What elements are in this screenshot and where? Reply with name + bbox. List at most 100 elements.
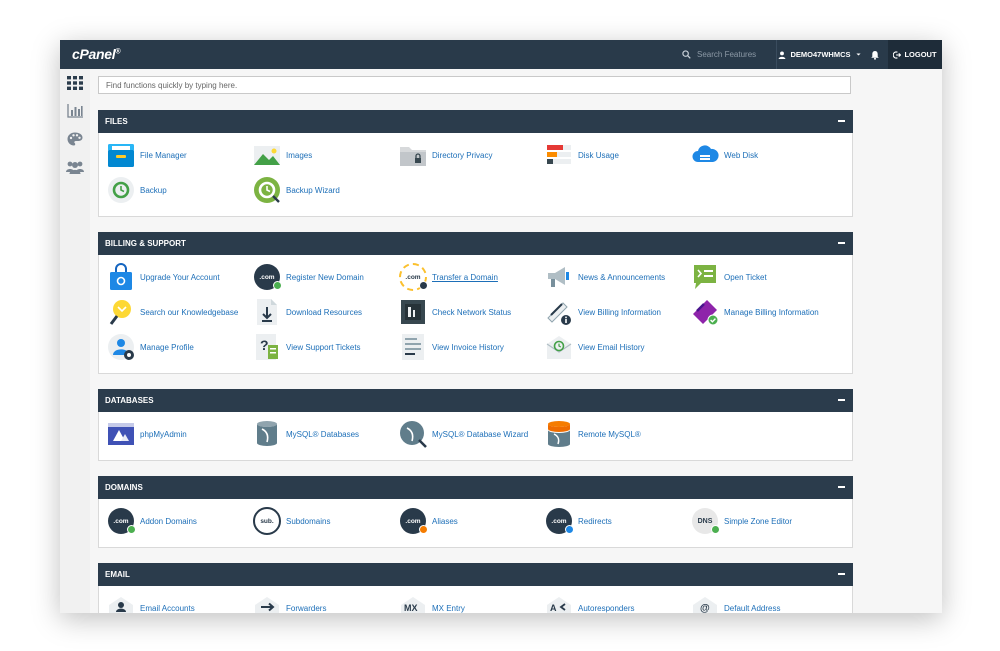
mx-entry-link[interactable]: MX MX Entry bbox=[399, 593, 465, 613]
item-label: MX Entry bbox=[432, 603, 465, 613]
collapse-icon[interactable] bbox=[836, 569, 846, 579]
files-header[interactable]: FILES bbox=[98, 110, 853, 133]
email-panel: EMAIL Email Accounts Forwarders MX MX En… bbox=[98, 563, 853, 613]
zone-editor-icon: DNS bbox=[691, 507, 720, 535]
item-label: Manage Profile bbox=[140, 342, 194, 352]
quick-search-input[interactable] bbox=[98, 76, 851, 94]
disk-usage-link[interactable]: Disk Usage bbox=[545, 140, 619, 170]
logo-mark: ® bbox=[115, 48, 121, 56]
view-billing-link[interactable]: View Billing Information bbox=[545, 297, 661, 327]
notifications-button[interactable] bbox=[862, 40, 888, 69]
transfer-domain-link[interactable]: .com Transfer a Domain bbox=[399, 262, 498, 292]
collapse-icon[interactable] bbox=[836, 238, 846, 248]
autoresponders-icon: A bbox=[545, 594, 573, 613]
item-label: Remote MySQL® bbox=[578, 429, 641, 439]
item-label: View Email History bbox=[578, 342, 645, 352]
default-address-link[interactable]: @ Default Address bbox=[691, 593, 780, 613]
collapse-icon[interactable] bbox=[836, 395, 846, 405]
sidebar-dashboard[interactable] bbox=[66, 130, 84, 148]
open-ticket-link[interactable]: Open Ticket bbox=[691, 262, 767, 292]
email-title: EMAIL bbox=[105, 570, 130, 579]
item-label: Directory Privacy bbox=[432, 150, 493, 160]
item-label: Web Disk bbox=[724, 150, 759, 160]
download-resources-link[interactable]: Download Resources bbox=[253, 297, 362, 327]
images-link[interactable]: Images bbox=[253, 140, 312, 170]
user-menu[interactable]: DEMO47WHMCS bbox=[776, 40, 863, 69]
backup-wizard-link[interactable]: Backup Wizard bbox=[253, 175, 340, 205]
remote-mysql-link[interactable]: Remote MySQL® bbox=[545, 419, 641, 449]
logout-icon bbox=[893, 50, 902, 59]
web-disk-icon bbox=[691, 141, 719, 169]
megaphone-icon bbox=[545, 263, 573, 291]
item-label: Email Accounts bbox=[140, 603, 195, 613]
main-content: FILES File Manager bbox=[90, 69, 942, 613]
backup-icon bbox=[107, 176, 135, 204]
files-title: FILES bbox=[105, 117, 128, 126]
email-history-icon bbox=[545, 333, 573, 361]
palette-icon bbox=[67, 132, 83, 146]
phpmyadmin-icon bbox=[107, 420, 135, 448]
cpanel-window: cPanel® DEMO47WHMCS bbox=[60, 40, 942, 613]
item-label: Disk Usage bbox=[578, 150, 619, 160]
email-header[interactable]: EMAIL bbox=[98, 563, 853, 586]
databases-header[interactable]: DATABASES bbox=[98, 389, 853, 412]
mysql-wizard-link[interactable]: MySQL® Database Wizard bbox=[399, 419, 528, 449]
email-accounts-link[interactable]: Email Accounts bbox=[107, 593, 195, 613]
sidebar-home[interactable] bbox=[66, 74, 84, 92]
item-label: Autoresponders bbox=[578, 603, 635, 613]
top-bar: cPanel® DEMO47WHMCS bbox=[60, 40, 942, 69]
item-label: View Billing Information bbox=[578, 307, 662, 317]
news-announcements-link[interactable]: News & Announcements bbox=[545, 262, 665, 292]
mx-entry-icon: MX bbox=[399, 594, 427, 613]
phpmyadmin-link[interactable]: phpMyAdmin bbox=[107, 419, 187, 449]
backup-link[interactable]: Backup bbox=[107, 175, 167, 205]
item-label: Addon Domains bbox=[140, 516, 197, 526]
item-label: Images bbox=[286, 150, 313, 160]
collapse-icon[interactable] bbox=[836, 116, 846, 126]
register-domain-icon: .com bbox=[253, 263, 282, 291]
open-ticket-icon bbox=[691, 263, 719, 291]
chevron-down-icon bbox=[855, 53, 861, 56]
support-tickets-icon: ? bbox=[253, 333, 281, 361]
view-invoice-history-link[interactable]: View Invoice History bbox=[399, 332, 504, 362]
item-label: phpMyAdmin bbox=[140, 429, 187, 439]
logout-button[interactable]: LOGOUT bbox=[888, 40, 942, 69]
mysql-wizard-icon bbox=[399, 420, 427, 448]
register-domain-link[interactable]: .com Register New Domain bbox=[253, 262, 364, 292]
item-label: Upgrade Your Account bbox=[140, 272, 220, 282]
addon-domains-link[interactable]: .com Addon Domains bbox=[107, 506, 197, 536]
domains-header[interactable]: DOMAINS bbox=[98, 476, 853, 499]
item-label: Check Network Status bbox=[432, 307, 512, 317]
item-label: Register New Domain bbox=[286, 272, 364, 282]
images-icon bbox=[253, 141, 281, 169]
svg-text:A: A bbox=[550, 603, 557, 613]
network-status-link[interactable]: Check Network Status bbox=[399, 297, 511, 327]
web-disk-link[interactable]: Web Disk bbox=[691, 140, 758, 170]
redirects-link[interactable]: .com Redirects bbox=[545, 506, 612, 536]
manage-billing-link[interactable]: Manage Billing Information bbox=[691, 297, 819, 327]
manage-profile-link[interactable]: Manage Profile bbox=[107, 332, 194, 362]
collapse-icon[interactable] bbox=[836, 482, 846, 492]
view-email-history-link[interactable]: View Email History bbox=[545, 332, 645, 362]
aliases-link[interactable]: .com Aliases bbox=[399, 506, 458, 536]
feature-search-input[interactable] bbox=[697, 50, 775, 59]
file-manager-link[interactable]: File Manager bbox=[107, 140, 187, 170]
subdomains-icon: sub. bbox=[253, 507, 281, 535]
directory-privacy-link[interactable]: Directory Privacy bbox=[399, 140, 492, 170]
mysql-databases-link[interactable]: MySQL® Databases bbox=[253, 419, 359, 449]
cpanel-logo[interactable]: cPanel® bbox=[72, 46, 120, 62]
sidebar-users[interactable] bbox=[66, 158, 84, 176]
subdomains-link[interactable]: sub. Subdomains bbox=[253, 506, 330, 536]
simple-zone-editor-link[interactable]: DNS Simple Zone Editor bbox=[691, 506, 792, 536]
forwarders-link[interactable]: Forwarders bbox=[253, 593, 326, 613]
sidebar-statistics[interactable] bbox=[66, 102, 84, 120]
item-label: Transfer a Domain bbox=[432, 272, 498, 282]
manage-billing-icon bbox=[691, 298, 719, 326]
view-support-tickets-link[interactable]: ? View Support Tickets bbox=[253, 332, 361, 362]
billing-support-header[interactable]: BILLING & SUPPORT bbox=[98, 232, 853, 255]
knowledgebase-link[interactable]: Search our Knowledgebase bbox=[107, 297, 238, 327]
upgrade-account-link[interactable]: Upgrade Your Account bbox=[107, 262, 220, 292]
item-label: Forwarders bbox=[286, 603, 327, 613]
autoresponders-link[interactable]: A Autoresponders bbox=[545, 593, 634, 613]
feature-search[interactable] bbox=[682, 40, 776, 69]
